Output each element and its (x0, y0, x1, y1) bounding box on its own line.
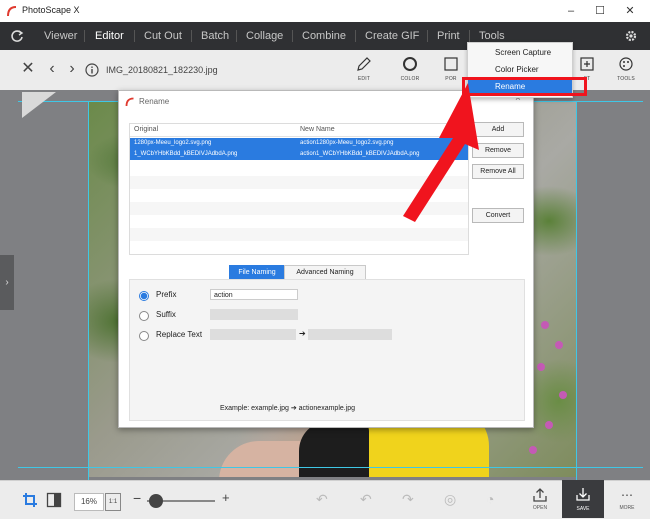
menu-divider (236, 30, 237, 42)
prefix-label: Prefix (156, 290, 177, 299)
menu-create-gif[interactable]: Create GIF (365, 22, 419, 50)
crop-guide-right (576, 101, 577, 480)
gear-icon[interactable] (624, 29, 638, 43)
actual-size-button[interactable]: 1:1 (105, 493, 121, 511)
info-icon[interactable] (85, 63, 99, 77)
portrait-icon (444, 57, 458, 71)
history-icon[interactable]: ◔ (486, 491, 494, 507)
replace-arrow-icon: ➔ (299, 329, 306, 338)
row-original: 1280px-Meeu_logo2.svg.png (134, 140, 212, 146)
color-icon (403, 57, 417, 71)
photo-flower (541, 321, 549, 329)
menu-divider (191, 30, 192, 42)
menu-editor[interactable]: Editor (95, 22, 124, 50)
insert-icon (580, 57, 594, 71)
save-icon (576, 488, 590, 501)
menu-divider (355, 30, 356, 42)
tools-tool-label: TOOLS (617, 76, 635, 82)
menu-combine[interactable]: Combine (302, 22, 346, 50)
zoom-in-button[interactable]: + (222, 490, 230, 505)
save-label: SAVE (576, 506, 590, 512)
palette-icon (619, 57, 633, 71)
title-bar: PhotoScape X – ☐ ✕ (0, 0, 650, 23)
zoom-level[interactable]: 16% (74, 493, 104, 511)
suffix-label: Suffix (156, 310, 176, 319)
column-original: Original (134, 126, 159, 133)
more-icon: ⋯ (621, 488, 633, 502)
menu-viewer[interactable]: Viewer (44, 22, 77, 50)
photo-flower (555, 341, 563, 349)
file-name: IMG_20180821_182230.jpg (106, 65, 218, 75)
compare-icon[interactable]: ◎ (444, 491, 456, 508)
replace-to-input[interactable] (308, 329, 392, 340)
table-empty-row (130, 228, 468, 241)
menu-batch[interactable]: Batch (201, 22, 229, 50)
prefix-radio[interactable] (139, 291, 149, 301)
menu-collage[interactable]: Collage (246, 22, 283, 50)
save-button[interactable]: SAVE (562, 480, 604, 518)
replace-text-radio[interactable] (139, 331, 149, 341)
close-button[interactable]: ✕ (614, 0, 646, 22)
open-label: OPEN (532, 505, 548, 511)
photo-flower (537, 363, 545, 371)
close-file-icon[interactable]: ✕ (19, 60, 37, 78)
app-title: PhotoScape X (22, 5, 80, 15)
menu-item-screen-capture[interactable]: Screen Capture (468, 46, 572, 60)
dialog-title: Rename (139, 97, 170, 106)
photo-flower (545, 421, 553, 429)
menu-divider (134, 30, 135, 42)
edit-icon (357, 57, 371, 71)
previous-icon[interactable]: ‹ (43, 60, 61, 78)
bottom-bar: 16% 1:1 − + ↶ ↶ ↷ ◎ ◔ OPEN ⋯ MORE (0, 480, 650, 519)
redo-icon[interactable]: ↷ (402, 491, 414, 508)
replace-text-label: Replace Text (156, 330, 203, 339)
side-panel-toggle[interactable]: › (0, 255, 14, 310)
app-logo-icon (7, 6, 17, 17)
photo-dark-object (299, 421, 369, 477)
edit-tool-label: EDIT (357, 76, 371, 82)
photo-flower (529, 446, 537, 454)
row-original: 1_WCbYHbKBdd_kBEDIVJAdbdA.png (134, 151, 238, 157)
maximize-button[interactable]: ☐ (584, 0, 616, 22)
menu-divider (427, 30, 428, 42)
zoom-out-button[interactable]: − (133, 490, 141, 506)
open-icon (533, 488, 547, 502)
next-icon[interactable]: › (63, 60, 81, 78)
refresh-icon[interactable] (10, 29, 24, 43)
zoom-slider-handle[interactable] (149, 494, 163, 508)
tools-tool-button[interactable]: TOOLS (607, 54, 645, 88)
prefix-input[interactable]: action (210, 289, 298, 300)
crop-guide-bottom (18, 467, 643, 468)
undo-all-icon[interactable]: ↶ (360, 491, 372, 508)
menu-divider (84, 30, 85, 42)
page-corner-icon (22, 92, 56, 118)
menu-divider (292, 30, 293, 42)
menu-item-color-picker[interactable]: Color Picker (468, 63, 572, 77)
edit-tool-button[interactable]: EDIT (345, 54, 383, 88)
column-new-name: New Name (300, 126, 335, 133)
dialog-logo-icon (125, 97, 134, 107)
replace-from-input[interactable] (210, 329, 296, 340)
menu-divider (469, 30, 470, 42)
row-new-name: action1280px-Meeu_logo2.svg.png (300, 140, 394, 146)
minimize-button[interactable]: – (555, 0, 587, 22)
more-button[interactable]: ⋯ MORE (608, 485, 646, 517)
more-label: MORE (619, 505, 635, 511)
naming-options-panel: Prefix action Suffix Replace Text ➔ Exam… (129, 279, 525, 421)
suffix-input[interactable] (210, 309, 298, 320)
undo-icon[interactable]: ↶ (316, 491, 328, 508)
suffix-radio[interactable] (139, 311, 149, 321)
crop-icon[interactable] (22, 492, 38, 508)
menu-print[interactable]: Print (437, 22, 460, 50)
menu-cut-out[interactable]: Cut Out (144, 22, 182, 50)
crop-guide-left (88, 101, 89, 480)
annotation-arrow-icon (403, 83, 479, 222)
split-view-icon[interactable] (46, 492, 62, 508)
photo-flower (559, 391, 567, 399)
naming-example: Example: example.jpg ➔ actionexample.jpg (220, 405, 356, 412)
open-button[interactable]: OPEN (521, 485, 559, 517)
